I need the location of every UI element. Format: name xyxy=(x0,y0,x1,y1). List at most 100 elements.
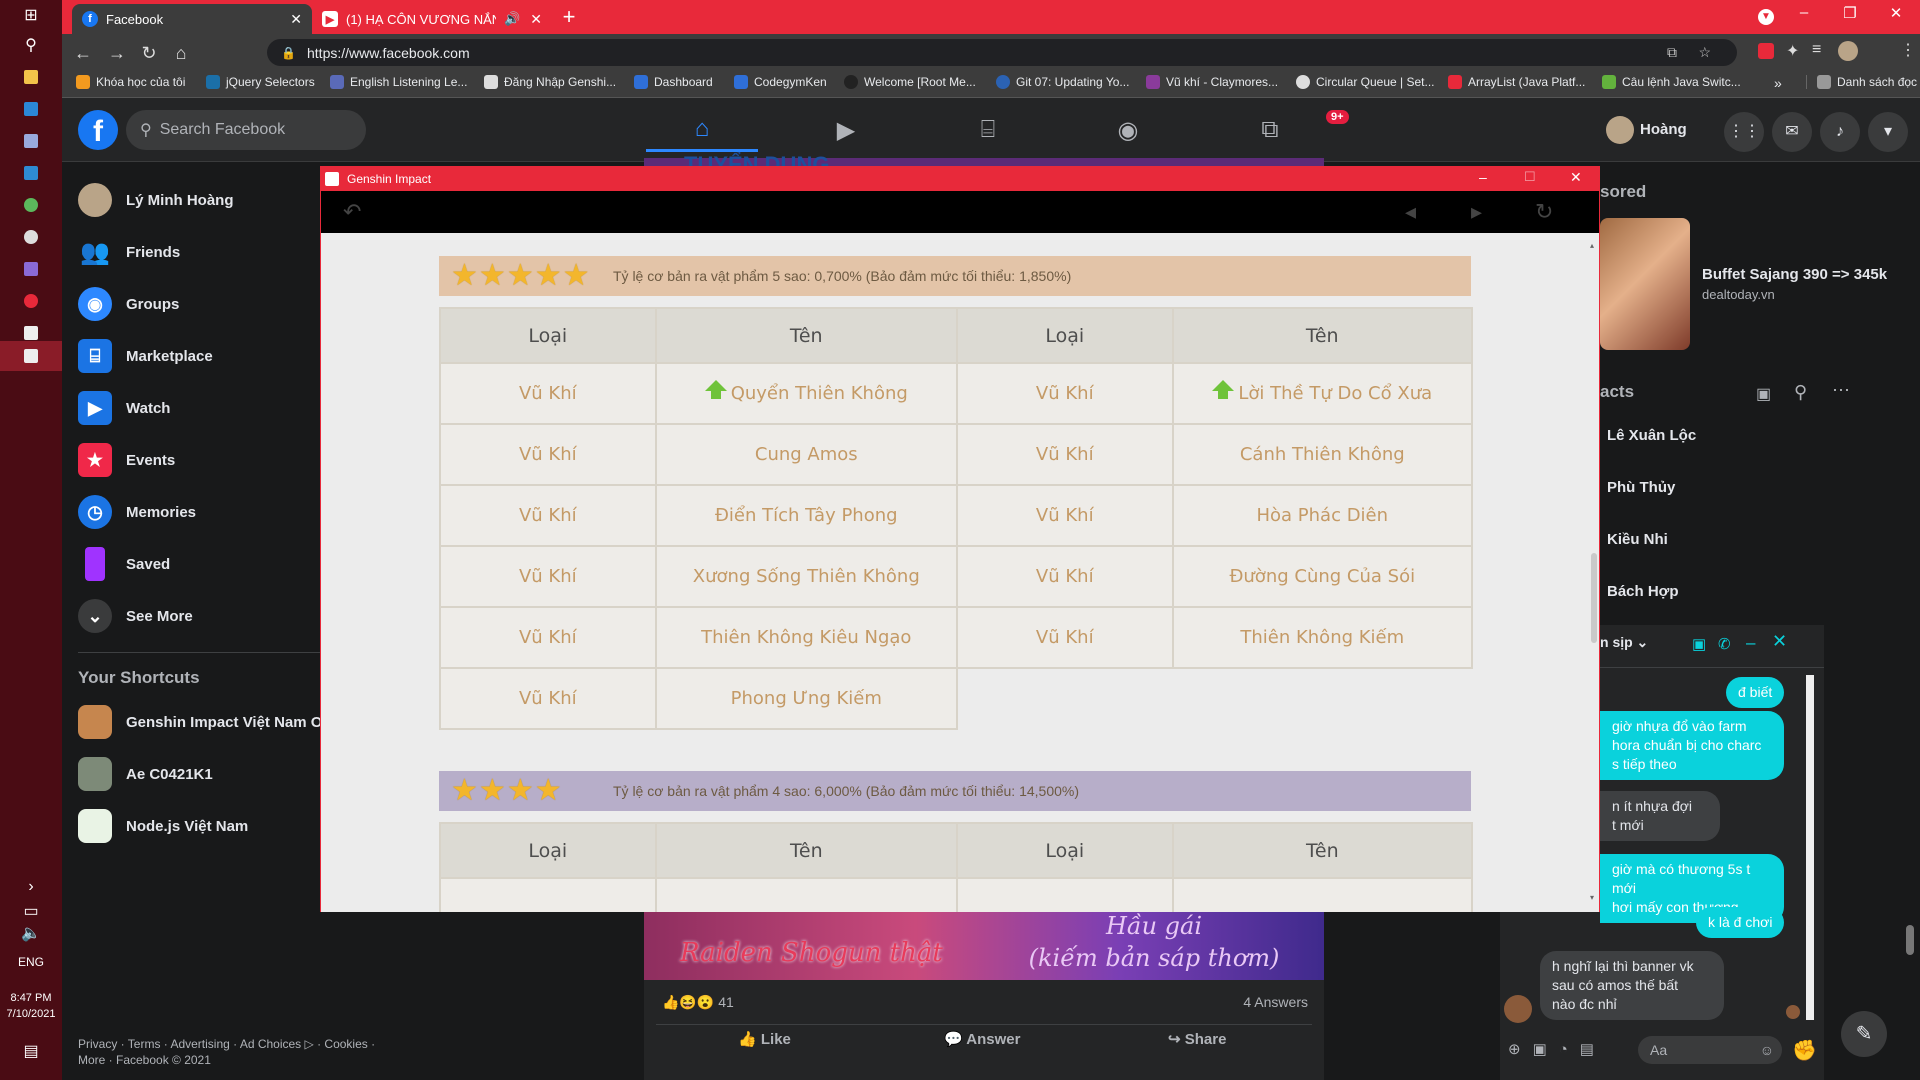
chevron-down-icon[interactable]: ▾ xyxy=(1868,112,1908,152)
scrollbar[interactable]: ▴ ▾ xyxy=(1589,233,1599,912)
sidebar-item-watch[interactable]: ▶ Watch xyxy=(78,388,170,428)
bookmark-item[interactable]: Dashboard xyxy=(634,75,713,89)
menu-grid-icon[interactable]: ⋮⋮ xyxy=(1724,112,1764,152)
refresh-icon[interactable]: ↻ xyxy=(1535,199,1553,225)
table-cell[interactable]: Lời Thề Tự Do Cổ Xưa xyxy=(1171,362,1474,425)
chrome-icon[interactable] xyxy=(20,226,42,248)
back-icon[interactable]: ↶ xyxy=(343,199,361,225)
forward-icon[interactable]: → xyxy=(106,42,128,64)
messenger-icon[interactable]: ✉ xyxy=(1772,112,1812,152)
search-input[interactable]: ⚲ Search Facebook xyxy=(126,110,366,150)
reaction-count[interactable]: 👍😆😮 41 xyxy=(662,994,734,1011)
facebook-logo-icon[interactable]: f xyxy=(78,110,118,150)
mail-icon[interactable] xyxy=(20,98,42,120)
app-icon[interactable] xyxy=(20,130,42,152)
answer-button[interactable]: 💬 Answer xyxy=(944,1030,1020,1048)
genshin-launcher-icon[interactable] xyxy=(20,345,42,367)
sidebar-item-see-more[interactable]: ⌄ See More xyxy=(78,596,193,636)
chrome-dev-icon[interactable] xyxy=(20,194,42,216)
search-icon[interactable]: ⚲ xyxy=(1794,382,1807,403)
scroll-up-icon[interactable]: ▴ xyxy=(1590,241,1594,250)
maximize-button[interactable]: ❐ xyxy=(1827,4,1873,28)
watch-icon[interactable]: ▶ xyxy=(790,108,902,152)
shortcut-item[interactable]: Node.js Việt Nam xyxy=(78,806,248,846)
table-cell[interactable]: Quyển Thiên Không xyxy=(654,362,958,425)
minimize-button[interactable]: – xyxy=(1781,4,1827,28)
minimize-button[interactable]: – xyxy=(1479,169,1487,185)
bookmark-star-icon[interactable]: ☆ xyxy=(1698,44,1711,61)
bookmark-item[interactable]: Welcome [Root Me... xyxy=(844,75,976,89)
table-cell[interactable]: Thiên Không Kiếm xyxy=(1171,606,1474,669)
reload-icon[interactable]: ↻ xyxy=(138,42,160,64)
bookmark-item[interactable]: Đăng Nhập Genshi... xyxy=(484,75,616,89)
sidebar-item-marketplace[interactable]: ⌸ Marketplace xyxy=(78,336,213,376)
bell-icon[interactable]: ♪ xyxy=(1820,112,1860,152)
emoji-icon[interactable]: ☺ xyxy=(1760,1036,1774,1064)
table-cell[interactable]: Phong Ưng Kiếm xyxy=(654,667,958,730)
gaming-icon[interactable]: ⧉ xyxy=(1214,108,1326,152)
clock-time[interactable]: 8:47 PM xyxy=(0,992,62,1004)
reaction-icon[interactable]: ✊ xyxy=(1792,1038,1817,1063)
sidebar-item-saved[interactable]: Saved xyxy=(78,544,170,584)
reading-list[interactable]: Danh sách đọc xyxy=(1806,75,1917,89)
media-queue-icon[interactable]: ≡ xyxy=(1812,41,1821,59)
new-tab-button[interactable]: + xyxy=(557,6,581,30)
prev-arrow-icon[interactable]: ◂ xyxy=(1405,199,1416,225)
twitch-icon[interactable] xyxy=(20,258,42,280)
post-image[interactable]: Raiden Shogun thật Hầu gái (kiếm bản sáp… xyxy=(644,910,1324,980)
ad-title[interactable]: Buffet Sajang 390 => 345k xyxy=(1702,266,1887,283)
search-icon[interactable]: ⚲ xyxy=(20,34,42,56)
home-icon[interactable]: ⌂ xyxy=(646,108,758,152)
profile-name[interactable]: Hoàng xyxy=(1640,121,1687,138)
language-indicator[interactable]: ENG xyxy=(0,955,62,969)
table-cell[interactable]: Thiên Không Kiêu Ngạo xyxy=(654,606,958,669)
close-icon[interactable]: ✕ xyxy=(290,11,302,28)
bookmark-item[interactable]: Khóa học của tôi xyxy=(76,75,185,89)
extension-icon[interactable] xyxy=(1758,43,1774,59)
next-arrow-icon[interactable]: ▸ xyxy=(1471,199,1482,225)
menu-kebab-icon[interactable]: ⋮ xyxy=(1900,40,1916,60)
vscode-icon[interactable] xyxy=(20,162,42,184)
back-icon[interactable]: ← xyxy=(72,42,94,64)
avatar[interactable] xyxy=(1606,116,1634,144)
marketplace-icon[interactable]: ⌸ xyxy=(932,108,1044,152)
table-cell[interactable]: Xương Sống Thiên Không xyxy=(654,545,958,608)
bookmark-item[interactable]: Câu lệnh Java Switc... xyxy=(1602,75,1741,89)
home-icon[interactable]: ⌂ xyxy=(170,42,192,64)
contact-item[interactable]: Lê Xuân Lộc xyxy=(1607,427,1696,444)
video-call-icon[interactable]: ▣ xyxy=(1756,384,1771,404)
maximize-button[interactable]: ☐ xyxy=(1524,169,1536,185)
clock-date[interactable]: 7/10/2021 xyxy=(0,1008,62,1020)
translate-icon[interactable]: ⧉ xyxy=(1667,44,1677,61)
chat-title[interactable]: n sịp ⌄ xyxy=(1600,634,1648,651)
scroll-down-icon[interactable]: ▾ xyxy=(1590,893,1594,902)
scrollbar-thumb[interactable] xyxy=(1591,553,1597,643)
bookmark-item[interactable]: Vũ khí - Claymores... xyxy=(1146,75,1278,89)
video-call-icon[interactable]: ▣ xyxy=(1692,635,1706,653)
sidebar-item-events[interactable]: ★ Events xyxy=(78,440,175,480)
close-icon[interactable]: ✕ xyxy=(530,11,542,28)
chat-tools[interactable]: ⊕▣◔▤ xyxy=(1508,1040,1606,1058)
ad-image[interactable] xyxy=(1600,218,1690,350)
bookmark-item[interactable]: CodegymKen xyxy=(734,75,827,89)
scrollbar[interactable] xyxy=(1906,925,1914,955)
tab-facebook[interactable]: f Facebook ✕ xyxy=(72,4,312,34)
bookmark-item[interactable]: jQuery Selectors xyxy=(206,75,315,89)
sidebar-item-memories[interactable]: ◷ Memories xyxy=(78,492,196,532)
windows-start-icon[interactable]: ⊞ xyxy=(20,4,42,26)
sidebar-item-groups[interactable]: ◉ Groups xyxy=(78,284,179,324)
profile-dropdown-icon[interactable]: ▼ xyxy=(1758,9,1774,25)
groups-icon[interactable]: ◉ xyxy=(1072,108,1184,152)
table-cell[interactable]: Cánh Thiên Không xyxy=(1171,423,1474,486)
tab-youtube[interactable]: ▶ (1) HẠ CÔN VƯƠNG NẮNG | 🔊 ✕ xyxy=(312,4,552,34)
url-input[interactable]: 🔒 https://www.facebook.com ⧉ ☆ xyxy=(267,39,1737,66)
sidebar-item-friends[interactable]: 👥 Friends xyxy=(78,232,180,272)
table-cell[interactable]: Đường Cùng Của Sói xyxy=(1171,545,1474,608)
shortcut-item[interactable]: Ae C0421K1 xyxy=(78,754,213,794)
speaker-icon[interactable]: 🔊 xyxy=(504,11,520,27)
contact-item[interactable]: Phù Thủy xyxy=(1607,479,1675,496)
phone-icon[interactable]: ✆ xyxy=(1718,635,1731,653)
scrollbar[interactable] xyxy=(1806,675,1814,1020)
close-chat-icon[interactable]: ✕ xyxy=(1772,631,1787,652)
more-options-icon[interactable]: ⋯ xyxy=(1832,380,1850,401)
